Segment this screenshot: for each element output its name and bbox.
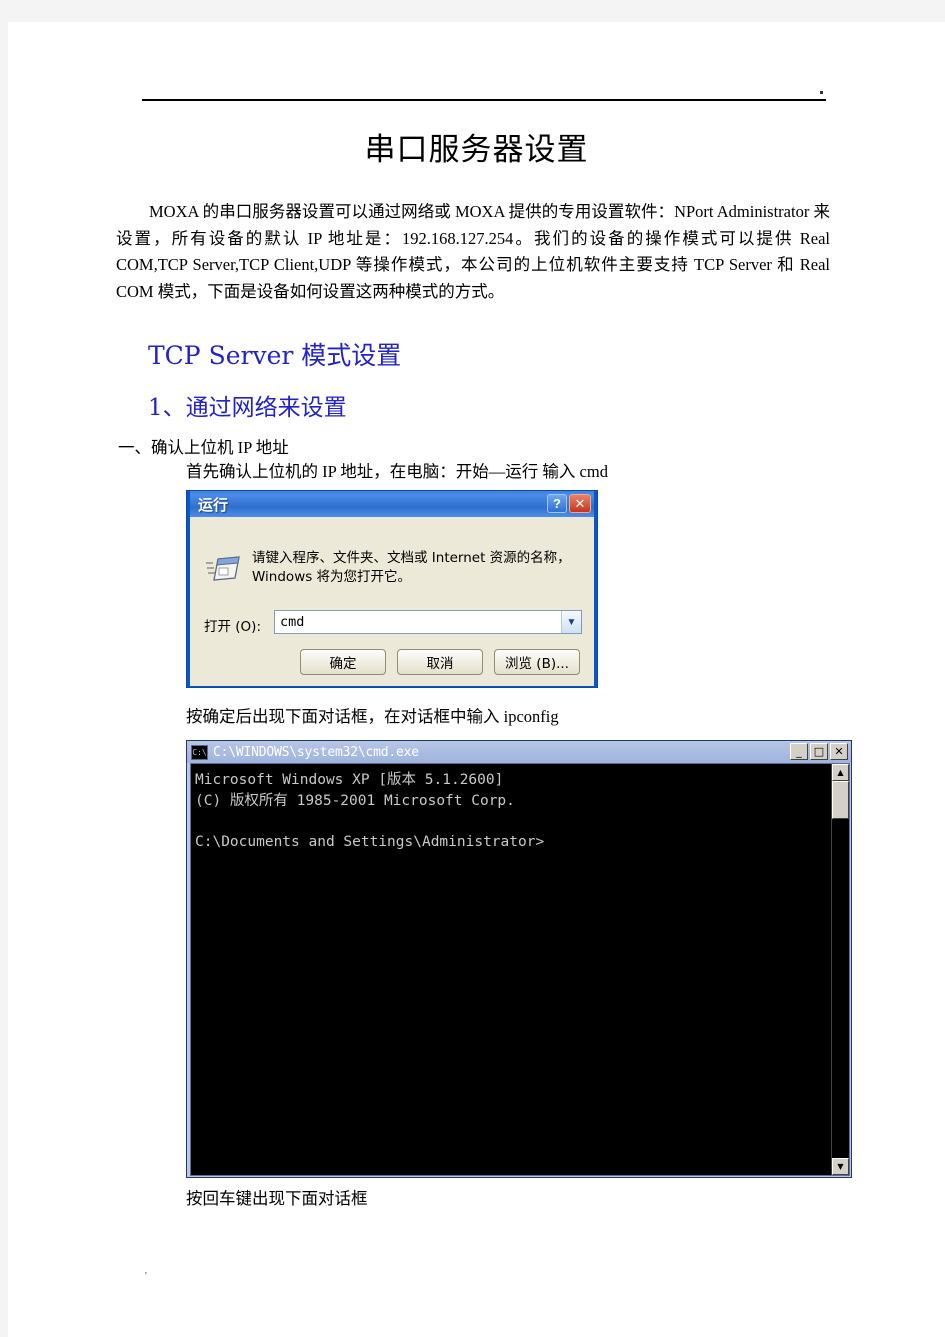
document-page: 串口服务器设置 MOXA 的串口服务器设置可以通过网络或 MOXA 提供的专用设… bbox=[8, 22, 945, 1337]
page-edge-left bbox=[0, 0, 8, 1337]
page-edge-top bbox=[0, 0, 945, 22]
section-heading-tcp-server: TCP Server 模式设置 bbox=[148, 341, 402, 370]
page-title: 串口服务器设置 bbox=[364, 132, 589, 168]
help-icon[interactable]: ? bbox=[547, 494, 567, 513]
caption-after-run-dialog: 按确定后出现下面对话框，在对话框中输入 ipconfig bbox=[186, 707, 559, 726]
run-open-label: 打开 (O): bbox=[204, 619, 261, 635]
subsection-heading-network-setup: 1、通过网络来设置 bbox=[148, 395, 347, 421]
close-icon[interactable]: ✕ bbox=[830, 743, 848, 760]
cancel-button[interactable]: 取消 bbox=[397, 649, 483, 675]
header-rule bbox=[142, 99, 826, 101]
scrollbar-track[interactable] bbox=[832, 819, 849, 1158]
run-dialog-title: 运行 bbox=[198, 495, 229, 514]
browse-button[interactable]: 浏览 (B)... bbox=[494, 649, 580, 675]
step-label-confirm-ip: 一、确认上位机 IP 地址 bbox=[118, 438, 289, 457]
run-dialog[interactable]: 运行 ? ✕ 请键入程序、文件夹、文档或 Internet 资源的名称，Wind… bbox=[186, 490, 598, 688]
run-open-input[interactable]: cmd bbox=[275, 614, 561, 630]
footer-mark: ' bbox=[145, 1271, 147, 1282]
run-dialog-titlebar-buttons: ? ✕ bbox=[547, 494, 591, 513]
scroll-up-icon[interactable]: ▲ bbox=[832, 764, 849, 781]
caption-after-cmd-window: 按回车键出现下面对话框 bbox=[186, 1189, 368, 1208]
run-dialog-buttons: 确定 取消 浏览 (B)... bbox=[190, 649, 594, 675]
run-dialog-titlebar[interactable]: 运行 ? ✕ bbox=[190, 491, 594, 517]
header-mark bbox=[820, 91, 823, 94]
close-icon[interactable]: ✕ bbox=[569, 494, 591, 513]
cmd-window-client: Microsoft Windows XP [版本 5.1.2600] (C) 版… bbox=[190, 763, 850, 1176]
step-detail-confirm-ip: 首先确认上位机的 IP 地址，在电脑：开始—运行 输入 cmd bbox=[186, 462, 608, 481]
cmd-window-title: C:\WINDOWS\system32\cmd.exe bbox=[213, 744, 419, 760]
cmd-vertical-scrollbar[interactable]: ▲ ▼ bbox=[831, 764, 849, 1175]
cmd-window-titlebar[interactable]: C:\ C:\WINDOWS\system32\cmd.exe _ □ ✕ bbox=[187, 741, 851, 763]
intro-paragraph: MOXA 的串口服务器设置可以通过网络或 MOXA 提供的专用设置软件：NPor… bbox=[116, 202, 830, 301]
run-dialog-body: 请键入程序、文件夹、文档或 Internet 资源的名称，Windows 将为您… bbox=[190, 517, 594, 686]
chevron-down-icon[interactable]: ▼ bbox=[561, 611, 581, 633]
run-open-combobox[interactable]: cmd ▼ bbox=[274, 610, 582, 634]
maximize-icon[interactable]: □ bbox=[810, 743, 828, 760]
minimize-icon[interactable]: _ bbox=[790, 743, 808, 760]
console-icon: C:\ bbox=[191, 744, 208, 760]
ok-button[interactable]: 确定 bbox=[300, 649, 386, 675]
cmd-screen-text[interactable]: Microsoft Windows XP [版本 5.1.2600] (C) 版… bbox=[191, 764, 831, 1175]
scrollbar-thumb[interactable] bbox=[832, 781, 849, 819]
cmd-window[interactable]: C:\ C:\WINDOWS\system32\cmd.exe _ □ ✕ Mi… bbox=[186, 740, 852, 1178]
run-window-icon bbox=[206, 553, 240, 583]
cmd-window-titlebar-buttons: _ □ ✕ bbox=[790, 743, 848, 760]
run-dialog-description: 请键入程序、文件夹、文档或 Internet 资源的名称，Windows 将为您… bbox=[252, 550, 571, 585]
scroll-down-icon[interactable]: ▼ bbox=[832, 1158, 849, 1175]
